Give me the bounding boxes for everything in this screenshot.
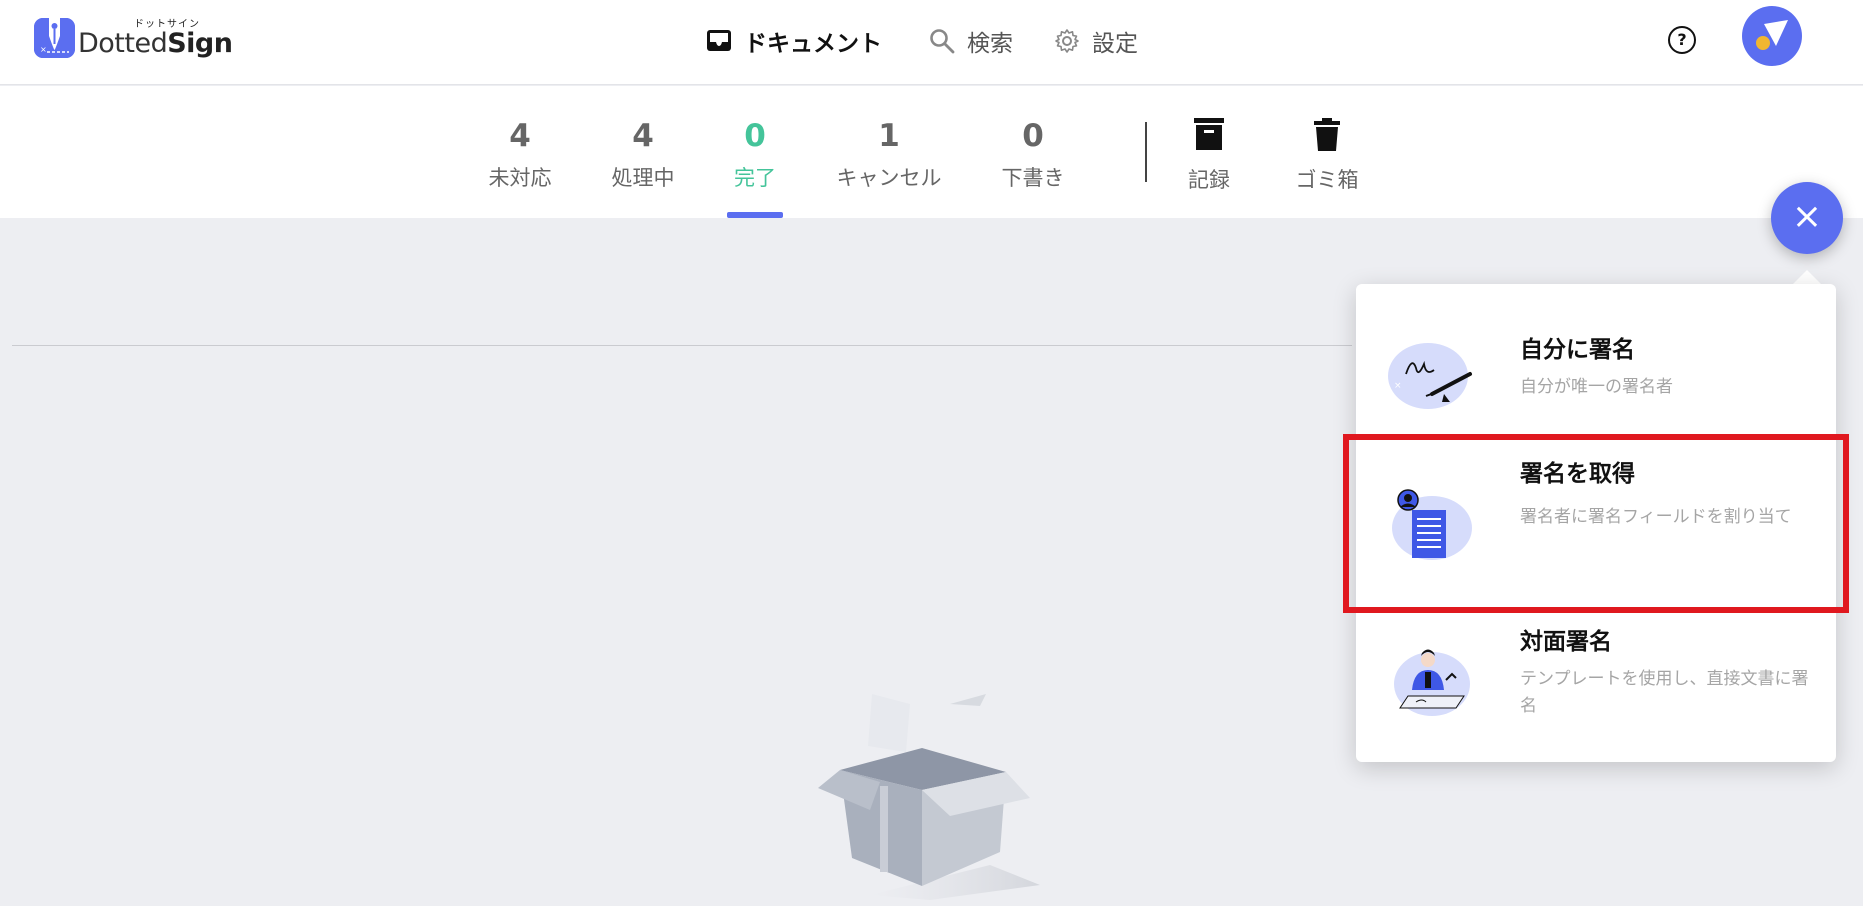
menu-item-title: 自分に署名 bbox=[1520, 337, 1635, 363]
help-button[interactable]: ? bbox=[1668, 26, 1696, 54]
tab-processing[interactable]: 4 処理中 bbox=[603, 86, 683, 192]
tab-label: ゴミ箱 bbox=[1295, 168, 1359, 192]
nav-settings-label: 設定 bbox=[1092, 31, 1138, 57]
nav-documents[interactable]: ドキュメント bbox=[706, 24, 882, 58]
active-tab-indicator bbox=[727, 212, 783, 218]
tab-count: 4 bbox=[632, 118, 654, 154]
tab-label: 未対応 bbox=[488, 166, 552, 190]
tab-trash[interactable]: ゴミ箱 bbox=[1295, 86, 1359, 194]
dottedsign-logo[interactable]: × ドットサイン DottedSign bbox=[34, 16, 233, 62]
nav-settings[interactable]: 設定 bbox=[1054, 24, 1138, 58]
tab-count: 4 bbox=[509, 118, 531, 154]
logo-wordmark: DottedSign bbox=[78, 28, 233, 59]
logo-text-bold: Sign bbox=[167, 28, 233, 59]
pen-logo-icon: × bbox=[34, 18, 75, 58]
popup-caret bbox=[1793, 270, 1821, 284]
menu-item-in-person-signing[interactable]: 対面署名 テンプレートを使用し、直接文書に署名 bbox=[1356, 606, 1836, 762]
avatar-logo-icon bbox=[1756, 20, 1788, 50]
trash-icon bbox=[1314, 118, 1340, 151]
menu-item-desc: 自分が唯一の署名者 bbox=[1520, 377, 1673, 397]
tab-records[interactable]: 記録 bbox=[1186, 86, 1232, 194]
menu-item-sign-myself[interactable]: × 自分に署名 自分が唯一の署名者 bbox=[1356, 284, 1836, 434]
tab-label: 下書き bbox=[1001, 166, 1065, 190]
tab-unhandled[interactable]: 4 未対応 bbox=[480, 86, 560, 192]
tab-label: 記録 bbox=[1188, 168, 1230, 192]
empty-box-illustration bbox=[818, 694, 1040, 900]
signature-pen-icon: × bbox=[1388, 343, 1472, 409]
user-avatar[interactable] bbox=[1742, 6, 1802, 66]
tab-label: 完了 bbox=[734, 166, 776, 190]
svg-text:×: × bbox=[1394, 381, 1402, 391]
tab-drafts[interactable]: 0 下書き bbox=[998, 86, 1068, 192]
logo-text-light: Dotted bbox=[78, 28, 168, 59]
nav-search-label: 検索 bbox=[967, 31, 1013, 57]
close-menu-button[interactable]: × bbox=[1771, 182, 1843, 254]
archive-icon bbox=[1194, 118, 1224, 150]
tab-label: 処理中 bbox=[611, 166, 675, 190]
tab-cancelled[interactable]: 1 キャンセル bbox=[832, 86, 946, 192]
menu-item-desc: テンプレートを使用し、直接文書に署名 bbox=[1520, 669, 1809, 716]
menu-item-title: 対面署名 bbox=[1520, 629, 1612, 655]
search-icon bbox=[930, 29, 955, 54]
tab-count: 0 bbox=[744, 118, 766, 154]
highlight-annotation bbox=[1343, 434, 1849, 613]
nav-documents-label: ドキュメント bbox=[744, 31, 882, 57]
nav-search[interactable]: 検索 bbox=[929, 24, 1013, 58]
tab-divider bbox=[1145, 122, 1147, 182]
in-person-signer-icon bbox=[1394, 649, 1470, 716]
status-tabbar: 4 未対応 4 処理中 0 完了 1 キャンセル 0 下書き 記録 ゴミ箱 bbox=[0, 86, 1863, 218]
inbox-icon bbox=[707, 30, 731, 51]
top-header: × ドットサイン DottedSign ドキュメント 検索 設定 ? bbox=[0, 0, 1863, 85]
tab-label: キャンセル bbox=[836, 166, 942, 190]
tab-count: 0 bbox=[1022, 118, 1044, 154]
section-divider bbox=[12, 345, 1352, 346]
tab-completed[interactable]: 0 完了 bbox=[727, 86, 783, 192]
svg-text:×: × bbox=[40, 45, 47, 54]
tab-count: 1 bbox=[878, 118, 900, 154]
gear-icon bbox=[1055, 29, 1079, 53]
